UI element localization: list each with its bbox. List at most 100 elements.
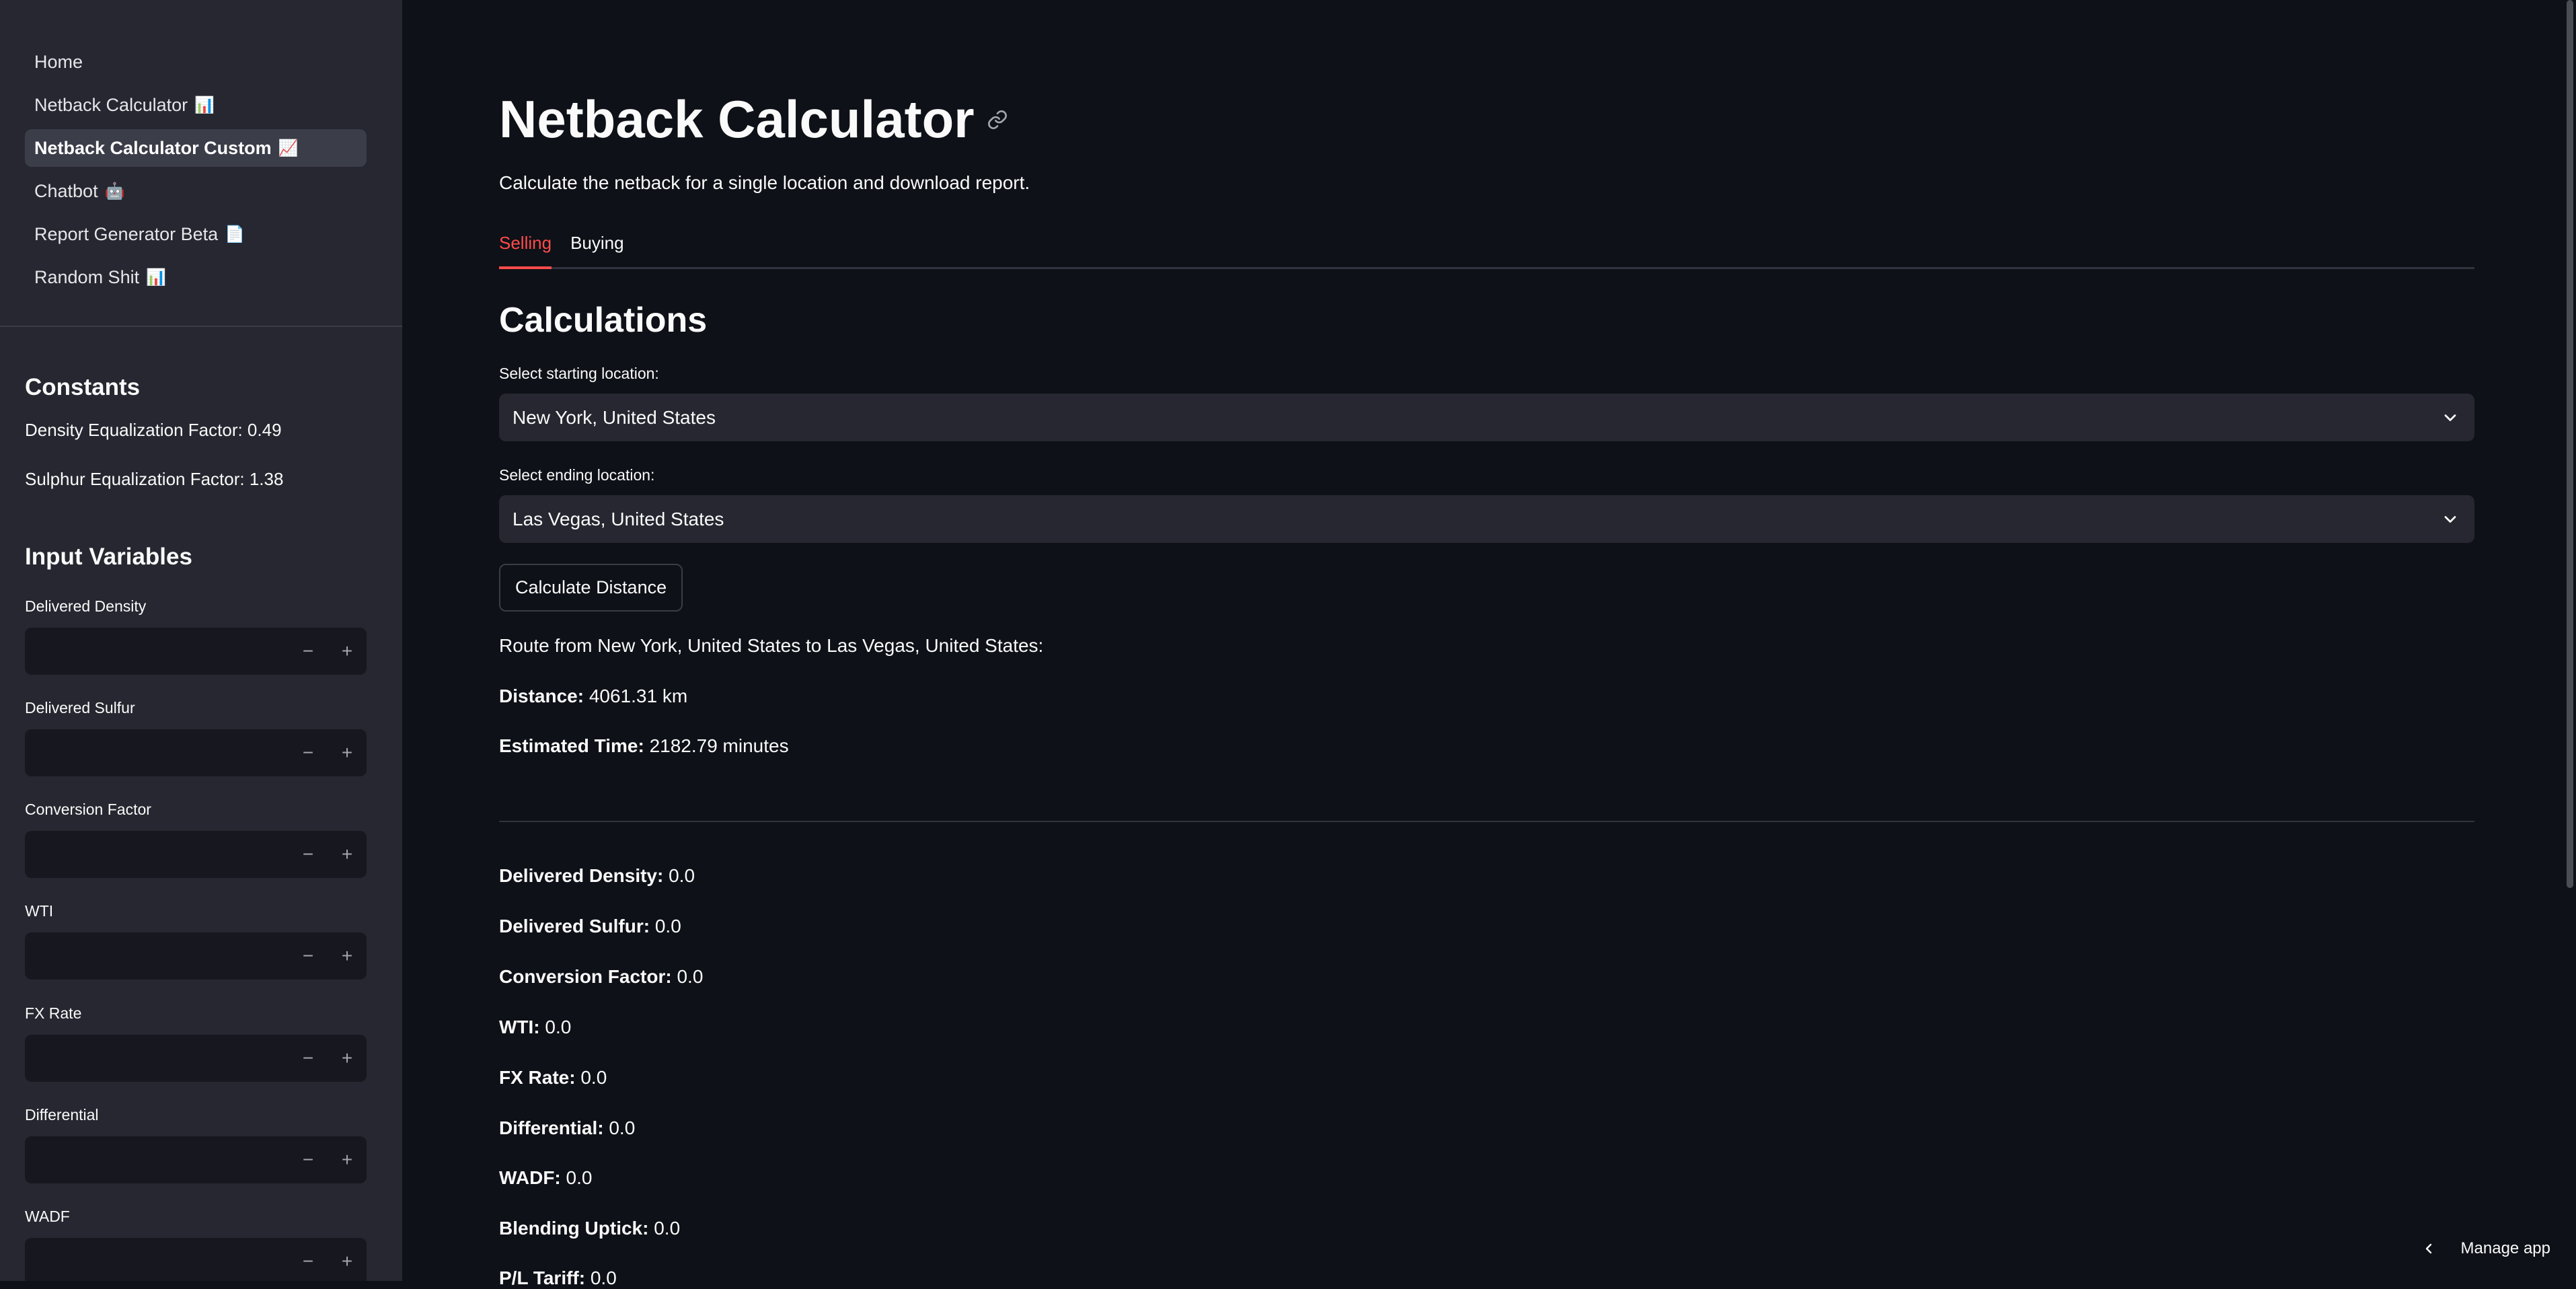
sidebar-item-home[interactable]: Home <box>25 43 367 81</box>
main-area: Netback Calculator Calculate the netback… <box>402 0 2576 1288</box>
bar-chart-icon: 📊 <box>194 96 215 114</box>
result-value: 0.0 <box>580 1067 607 1088</box>
manage-app-button[interactable]: Manage app <box>2421 1239 2550 1258</box>
number-input[interactable] <box>25 1238 289 1281</box>
decrement-button[interactable]: − <box>289 1035 328 1082</box>
bar-chart-icon: 📊 <box>146 268 166 287</box>
decrement-button[interactable]: − <box>289 1238 328 1281</box>
sidebar-item-netback-calculator[interactable]: Netback Calculator 📊 <box>25 86 367 124</box>
number-input[interactable] <box>25 1035 289 1082</box>
field-delivered-sulfur: Delivered Sulfur − + <box>25 699 367 776</box>
field-label: WADF <box>25 1208 70 1225</box>
result-label: Delivered Density: <box>499 865 664 886</box>
route-text: Route from New York, United States to La… <box>499 635 1044 656</box>
field-fx-rate: FX Rate − + <box>25 1004 367 1082</box>
sidebar-item-report-generator-beta[interactable]: Report Generator Beta 📄 <box>25 215 367 253</box>
density-factor-text: Density Equalization Factor: 0.49 <box>25 420 282 440</box>
decrement-button[interactable]: − <box>289 831 328 878</box>
scrollbar-thumb[interactable] <box>2567 0 2573 888</box>
number-input[interactable] <box>25 831 289 878</box>
tab-bar: Selling Buying <box>499 229 2474 269</box>
result-label: FX Rate: <box>499 1067 576 1088</box>
result-wti: WTI: 0.0 <box>499 1017 571 1038</box>
decrement-button[interactable]: − <box>289 729 328 776</box>
result-differential: Differential: 0.0 <box>499 1117 635 1139</box>
result-value: 0.0 <box>669 865 695 886</box>
end-location-label: Select ending location: <box>499 466 655 484</box>
input-variables-section: Input Variables <box>25 544 367 570</box>
result-label: P/L Tariff: <box>499 1267 586 1288</box>
result-label: Conversion Factor: <box>499 966 672 987</box>
sidebar-item-label: Random Shit <box>34 266 140 287</box>
result-value: 0.0 <box>590 1267 617 1288</box>
scrollbar[interactable] <box>2564 0 2576 1281</box>
sidebar-item-label: Report Generator Beta <box>34 223 219 244</box>
manage-app-label: Manage app <box>2460 1239 2550 1257</box>
delivered-density-input: − + <box>25 628 367 675</box>
end-location-select[interactable]: Las Vegas, United States <box>499 495 2474 543</box>
section-divider <box>499 821 2474 822</box>
result-value: 0.0 <box>654 1218 681 1239</box>
conversion-factor-input: − + <box>25 831 367 878</box>
sidebar-item-label: Netback Calculator Custom <box>34 137 272 158</box>
number-input[interactable] <box>25 932 289 980</box>
decrement-button[interactable]: − <box>289 1136 328 1183</box>
increment-button[interactable]: + <box>328 831 367 878</box>
chevron-down-icon <box>2444 515 2456 523</box>
result-value: 0.0 <box>566 1167 593 1188</box>
tab-buying[interactable]: Buying <box>570 229 624 269</box>
link-icon[interactable] <box>987 109 1008 131</box>
end-location-value: Las Vegas, United States <box>513 508 724 529</box>
page-title: Netback Calculator <box>499 89 1008 150</box>
result-pl-tariff: P/L Tariff: 0.0 <box>499 1267 617 1289</box>
decrement-button[interactable]: − <box>289 628 328 675</box>
sidebar-item-chatbot[interactable]: Chatbot 🤖 <box>25 172 367 210</box>
field-label: Differential <box>25 1106 99 1124</box>
increment-button[interactable]: + <box>328 1035 367 1082</box>
result-label: WTI: <box>499 1017 540 1037</box>
result-label: Delivered Sulfur: <box>499 916 650 936</box>
sidebar-item-label: Chatbot <box>34 180 98 201</box>
sidebar: Home Netback Calculator 📊 Netback Calcul… <box>0 0 402 1281</box>
wti-input: − + <box>25 932 367 980</box>
result-label: WADF: <box>499 1167 561 1188</box>
estimated-time-label: Estimated Time: <box>499 735 644 756</box>
field-label: FX Rate <box>25 1004 82 1022</box>
fx-rate-input: − + <box>25 1035 367 1082</box>
result-value: 0.0 <box>654 916 681 936</box>
result-blending-uptick: Blending Uptick: 0.0 <box>499 1218 680 1239</box>
field-wti: WTI − + <box>25 902 367 980</box>
number-input[interactable] <box>25 1136 289 1183</box>
field-label: WTI <box>25 902 54 920</box>
wadf-input: − + <box>25 1238 367 1281</box>
field-conversion-factor: Conversion Factor − + <box>25 801 367 878</box>
tab-selling[interactable]: Selling <box>499 229 552 269</box>
field-differential: Differential − + <box>25 1106 367 1183</box>
increment-button[interactable]: + <box>328 1136 367 1183</box>
result-value: 0.0 <box>545 1017 572 1037</box>
increment-button[interactable]: + <box>328 932 367 980</box>
number-input[interactable] <box>25 628 289 675</box>
sulphur-factor-text: Sulphur Equalization Factor: 1.38 <box>25 469 284 489</box>
sidebar-nav: Home Netback Calculator 📊 Netback Calcul… <box>25 43 367 301</box>
document-icon: 📄 <box>225 225 245 244</box>
distance-label: Distance: <box>499 686 584 706</box>
result-fx-rate: FX Rate: 0.0 <box>499 1067 607 1089</box>
increment-button[interactable]: + <box>328 628 367 675</box>
result-wadf: WADF: 0.0 <box>499 1167 592 1189</box>
chevron-left-icon <box>2425 1243 2431 1254</box>
field-label: Delivered Density <box>25 597 147 615</box>
sidebar-divider <box>0 326 402 327</box>
result-label: Blending Uptick: <box>499 1218 649 1239</box>
robot-icon: 🤖 <box>104 182 125 200</box>
sidebar-item-label: Home <box>34 51 83 72</box>
estimated-time-value: 2182.79 minutes <box>649 735 789 756</box>
calculate-distance-button[interactable]: Calculate Distance <box>499 564 683 612</box>
number-input[interactable] <box>25 729 289 776</box>
increment-button[interactable]: + <box>328 1238 367 1281</box>
sidebar-item-random-shit[interactable]: Random Shit 📊 <box>25 258 367 296</box>
decrement-button[interactable]: − <box>289 932 328 980</box>
sidebar-item-netback-calculator-custom[interactable]: Netback Calculator Custom 📈 <box>25 129 367 167</box>
start-location-select[interactable]: New York, United States <box>499 394 2474 441</box>
increment-button[interactable]: + <box>328 729 367 776</box>
